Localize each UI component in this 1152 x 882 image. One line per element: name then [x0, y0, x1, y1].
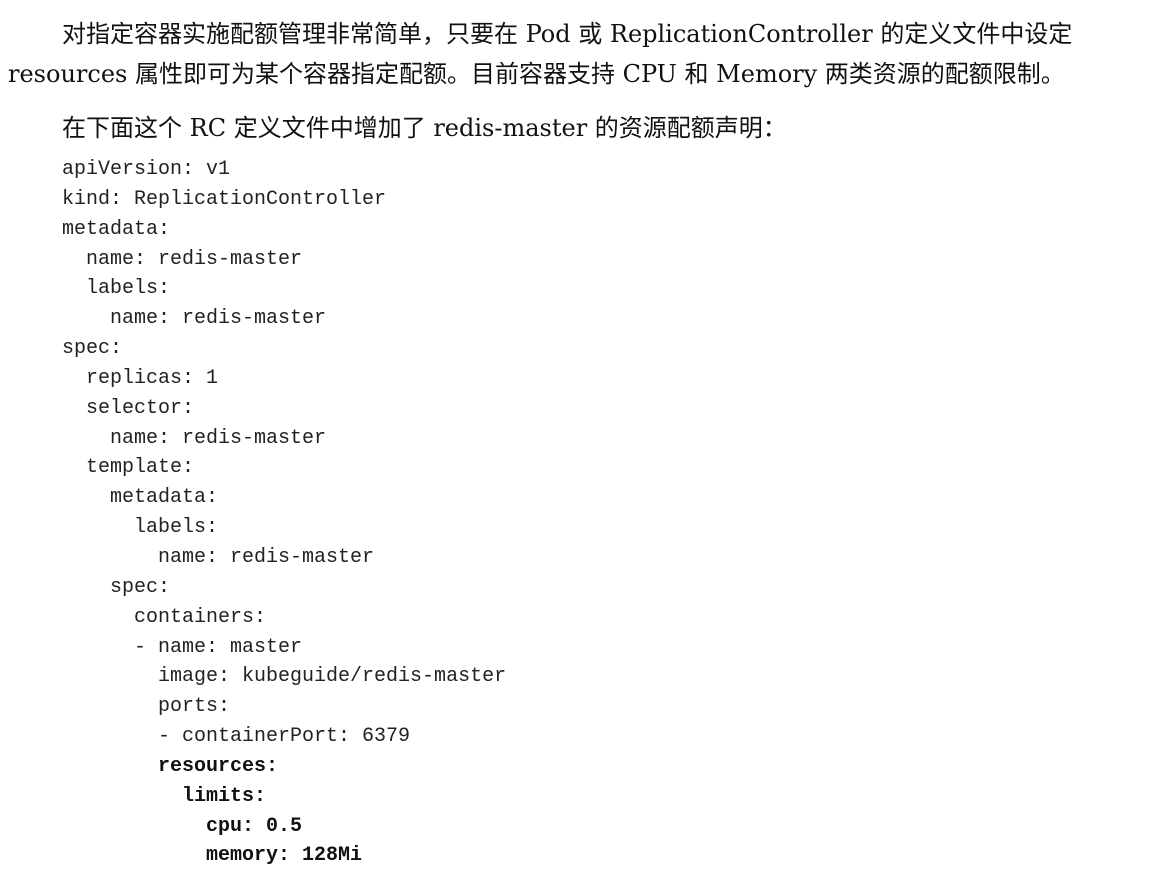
code-line: name: redis-master: [62, 545, 375, 569]
code-line: spec:: [62, 575, 171, 599]
code-line: template:: [62, 456, 195, 480]
code-line: cpu: 0.5: [62, 814, 303, 838]
code-block: apiVersion: v1 kind: ReplicationControlle…: [62, 155, 506, 871]
code-line: limits:: [62, 784, 267, 808]
code-line: kind: ReplicationController: [62, 187, 387, 211]
paragraph-2: 在下面这个 RC 定义文件中增加了 redis-master 的资源配额声明：: [62, 114, 787, 142]
code-line: memory: 128Mi: [62, 844, 363, 868]
code-line: - containerPort: 6379: [62, 725, 411, 749]
document-page: 对指定容器实施配额管理非常简单，只要在 Pod 或 ReplicationCon…: [0, 0, 1152, 882]
code-line: metadata:: [62, 486, 219, 510]
code-line: labels:: [62, 516, 219, 540]
code-line: - name: master: [62, 635, 303, 659]
code-line: name: redis-master: [62, 426, 327, 450]
paragraph-1-line-2: resources 属性即可为某个容器指定配额。目前容器支持 CPU 和 Mem…: [8, 60, 1065, 88]
code-line: replicas: 1: [62, 366, 219, 390]
code-line: apiVersion: v1: [62, 158, 231, 181]
code-line: selector:: [62, 396, 195, 420]
code-line: name: redis-master: [62, 307, 327, 331]
code-line: resources:: [62, 754, 279, 778]
code-line: metadata:: [62, 217, 171, 241]
code-line: labels:: [62, 277, 171, 301]
code-line: ports:: [62, 695, 231, 719]
code-line: containers:: [62, 605, 267, 629]
paragraph-1-line-1: 对指定容器实施配额管理非常简单，只要在 Pod 或 ReplicationCon…: [62, 20, 1073, 48]
code-line: name: redis-master: [62, 247, 303, 271]
code-line: image: kubeguide/redis-master: [62, 665, 507, 689]
code-line: spec:: [62, 337, 123, 361]
